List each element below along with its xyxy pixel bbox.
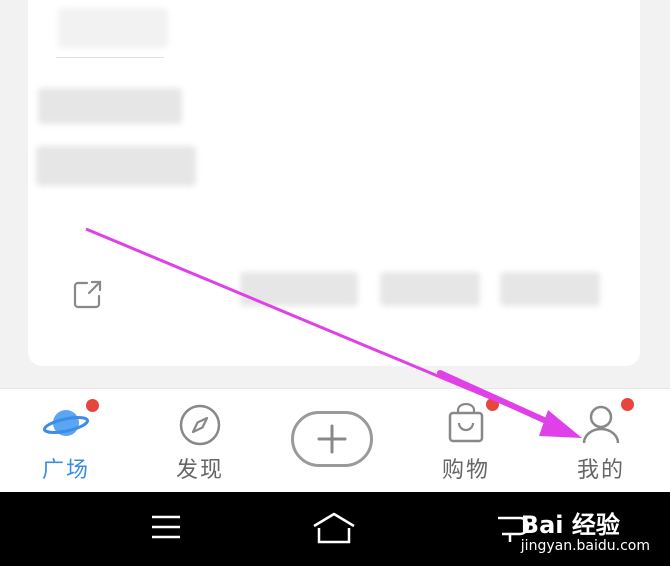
tab-label: 购物 [441, 458, 490, 483]
tab-label: 发现 [175, 458, 224, 483]
add-post-button[interactable] [291, 411, 373, 467]
tab-shopping[interactable]: 购物 [416, 389, 516, 493]
blurred-text [38, 88, 182, 124]
compass-icon [179, 404, 221, 446]
share-icon[interactable] [70, 276, 106, 312]
divider [56, 57, 164, 58]
tab-label: 我的 [576, 458, 625, 483]
watermark-url: jingyan.baidu.com [520, 538, 650, 554]
blurred-stat[interactable] [500, 272, 600, 306]
blurred-stat[interactable] [380, 272, 480, 306]
tab-plaza[interactable]: 广场 [16, 389, 116, 493]
blurred-stat[interactable] [240, 272, 358, 306]
menu-icon[interactable] [148, 510, 184, 544]
notification-badge [621, 398, 634, 411]
notification-badge [486, 398, 499, 411]
shopping-bag-icon [448, 403, 484, 443]
user-icon [582, 405, 620, 444]
tab-me[interactable]: 我的 [551, 389, 651, 493]
home-icon[interactable] [310, 510, 358, 546]
planet-icon [42, 410, 90, 436]
plus-icon [317, 424, 347, 454]
baidu-jingyan-watermark: Bai 经验 jingyan.baidu.com [521, 505, 650, 554]
tab-label: 广场 [41, 458, 90, 483]
blurred-text [36, 146, 196, 186]
tab-discover[interactable]: 发现 [150, 389, 250, 493]
watermark-title: Bai 经验 [520, 511, 620, 539]
blurred-text [58, 8, 168, 48]
notification-badge [86, 399, 99, 412]
